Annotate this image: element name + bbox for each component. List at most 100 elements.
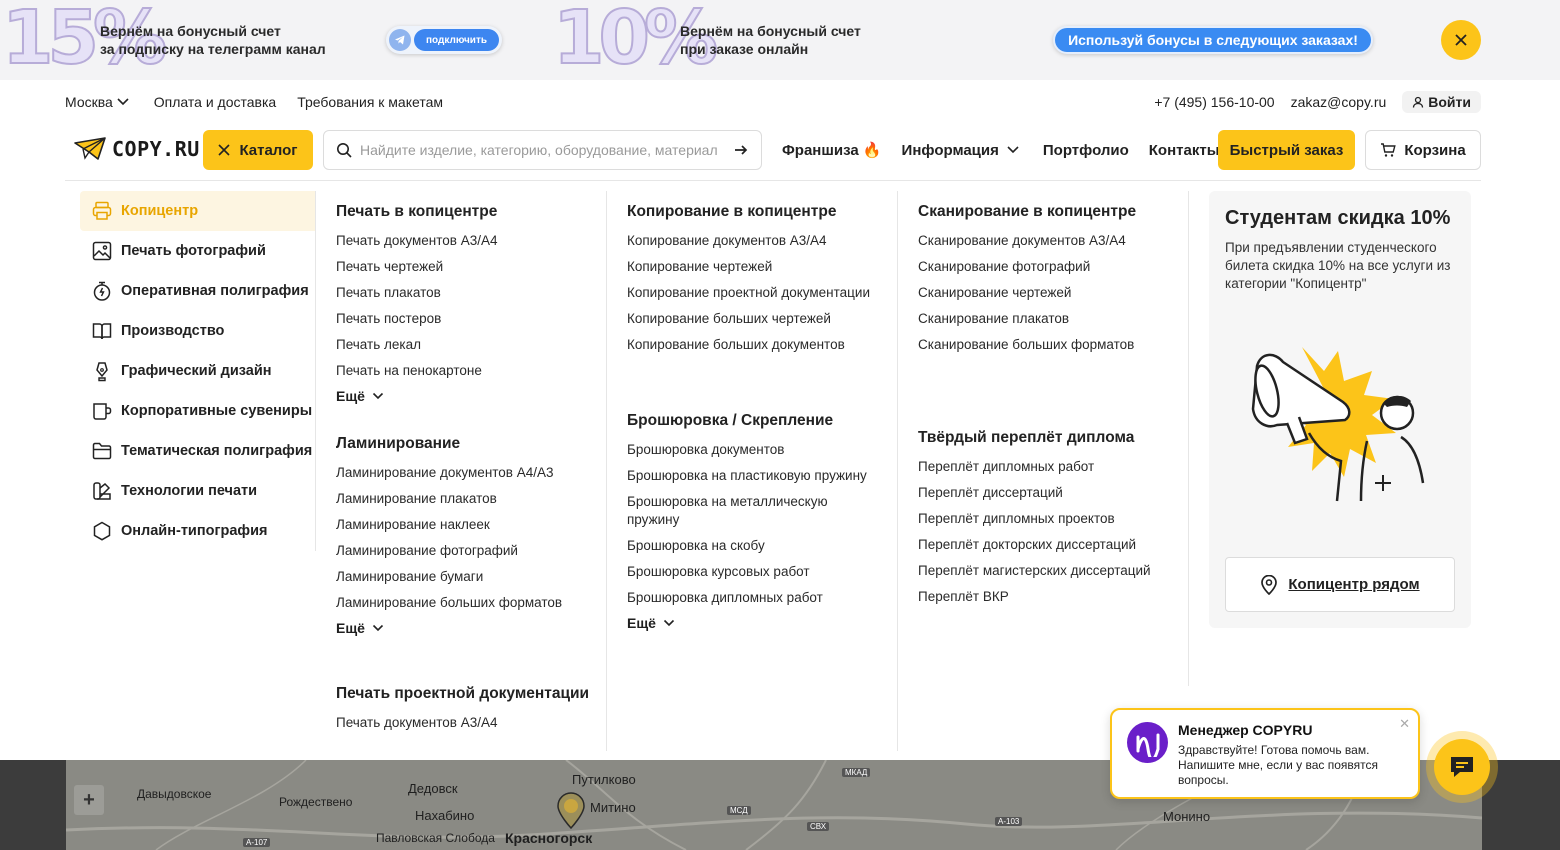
submenu-link[interactable]: Печать на пенокартоне [336, 362, 606, 380]
sidebar-item-print-technologies[interactable]: Технологии печати [80, 471, 315, 511]
submenu-link[interactable]: Брошюровка курсовых работ [627, 563, 897, 581]
submenu-link[interactable]: Сканирование фотографий [918, 258, 1188, 276]
submenu-link[interactable]: Печать постеров [336, 310, 606, 328]
submenu-link[interactable]: Переплёт дипломных проектов [918, 510, 1188, 528]
submenu-link[interactable]: Печать чертежей [336, 258, 606, 276]
catalog-column-3: Сканирование в копицентре Сканирование д… [898, 191, 1189, 686]
submenu-link[interactable]: Переплёт диссертаций [918, 484, 1188, 502]
submenu-link[interactable]: Ламинирование больших форматов [336, 594, 606, 612]
book-icon [92, 323, 112, 340]
submenu-link[interactable]: Переплёт магистерских диссертаций [918, 562, 1188, 580]
nav-portfolio[interactable]: Портфолио [1043, 142, 1129, 159]
submenu-link[interactable]: Ламинирование плакатов [336, 490, 606, 508]
map-label: Рождествено [279, 795, 353, 809]
payment-delivery-link[interactable]: Оплата и доставка [154, 94, 276, 110]
nearby-copycenter-button[interactable]: Копицентр рядом [1225, 557, 1455, 612]
folder-icon [92, 442, 112, 460]
logo[interactable]: COPY.RU [74, 137, 200, 161]
group-title[interactable]: Сканирование в копицентре [918, 202, 1188, 222]
sidebar-item-operative-printing[interactable]: Оперативная полиграфия [80, 271, 315, 311]
promo-text-left-1: Вернём на бонусный счет [100, 23, 281, 39]
chat-close-button[interactable]: ✕ [1399, 716, 1410, 732]
submenu-link[interactable]: Печать документов А3/А4 [336, 714, 606, 732]
group-title[interactable]: Твёрдый переплёт диплома [918, 428, 1188, 448]
submenu-link[interactable]: Сканирование документов А3/А4 [918, 232, 1188, 250]
telegram-icon [389, 29, 411, 51]
email-link[interactable]: zakaz@copy.ru [1291, 94, 1387, 110]
cart-button[interactable]: Корзина [1365, 130, 1481, 170]
sidebar-item-label: Копицентр [121, 203, 199, 219]
telegram-connect-label: подключить [414, 29, 499, 51]
more-label: Ещё [336, 388, 365, 404]
submenu-link[interactable]: Копирование больших чертежей [627, 310, 897, 328]
map-road-label: МКАД [842, 768, 871, 777]
sidebar-item-production[interactable]: Производство [80, 311, 315, 351]
nav-information[interactable]: Информация [902, 142, 1023, 159]
sidebar-item-label: Корпоративные сувениры [121, 403, 313, 419]
quick-order-button[interactable]: Быстрый заказ [1218, 130, 1355, 170]
megaphone-illustration [1251, 347, 1425, 502]
submenu-link[interactable]: Брошюровка документов [627, 441, 897, 459]
group-title[interactable]: Печать в копицентре [336, 202, 606, 222]
sidebar-item-online-printing[interactable]: Онлайн-типография [80, 511, 315, 551]
submenu-link[interactable]: Ламинирование фотографий [336, 542, 606, 560]
city-label: Москва [65, 94, 113, 110]
login-button[interactable]: Войти [1402, 91, 1481, 113]
use-bonus-button[interactable]: Используй бонусы в следующих заказах! [1053, 26, 1373, 54]
more-button[interactable]: Ещё [336, 620, 606, 636]
layout-requirements-link[interactable]: Требования к макетам [297, 94, 443, 110]
submenu-link[interactable]: Копирование документов А3/А4 [627, 232, 897, 250]
promo-close-button[interactable] [1441, 20, 1481, 60]
submenu-link[interactable]: Брошюровка на металлическую пружину [627, 493, 897, 529]
submenu-link[interactable]: Копирование чертежей [627, 258, 897, 276]
submenu-link[interactable]: Ламинирование бумаги [336, 568, 606, 586]
submenu-link[interactable]: Переплёт ВКР [918, 588, 1188, 606]
catalog-column-1: Печать в копицентре Печать документов А3… [316, 191, 607, 751]
phone-link[interactable]: +7 (495) 156-10-00 [1154, 94, 1274, 110]
sidebar-item-copycenter[interactable]: Копицентр [80, 191, 315, 231]
chat-popup[interactable]: Менеджер COPYRU Здравствуйте! Готова пом… [1110, 708, 1420, 799]
submenu-link[interactable]: Печать документов А3/А4 [336, 232, 606, 250]
sidebar-item-graphic-design[interactable]: Графический дизайн [80, 351, 315, 391]
catalog-button[interactable]: Каталог [203, 130, 313, 170]
submenu-link[interactable]: Копирование больших документов [627, 336, 897, 354]
group-title[interactable]: Брошюровка / Скрепление [627, 411, 897, 431]
submenu-link[interactable]: Брошюровка на скобу [627, 537, 897, 555]
submenu-link[interactable]: Сканирование чертежей [918, 284, 1188, 302]
group-title[interactable]: Печать проектной документации [336, 684, 606, 704]
chevron-down-icon [1007, 146, 1019, 154]
map-label: Давыдовское [137, 787, 212, 801]
sidebar-item-label: Графический дизайн [121, 363, 272, 379]
menu-group: Брошюровка / Скрепление Брошюровка докум… [627, 411, 897, 631]
sidebar-item-photo-print[interactable]: Печать фотографий [80, 231, 315, 271]
sidebar-item-corporate-souvenirs[interactable]: Корпоративные сувениры [80, 391, 315, 431]
submenu-link[interactable]: Печать плакатов [336, 284, 606, 302]
chat-open-button[interactable] [1426, 731, 1498, 803]
submenu-link[interactable]: Сканирование больших форматов [918, 336, 1188, 354]
nav-franchise[interactable]: Франшиза 🔥 [782, 141, 882, 159]
chevron-down-icon [663, 619, 675, 627]
group-title[interactable]: Ламинирование [336, 434, 606, 454]
more-button[interactable]: Ещё [627, 615, 897, 631]
submenu-link[interactable]: Брошюровка дипломных работ [627, 589, 897, 607]
submenu-link[interactable]: Переплёт дипломных работ [918, 458, 1188, 476]
menu-group: Печать проектной документации Печать док… [336, 684, 606, 732]
submenu-link[interactable]: Сканирование плакатов [918, 310, 1188, 328]
sidebar-item-thematic-printing[interactable]: Тематическая полиграфия [80, 431, 315, 471]
more-button[interactable]: Ещё [336, 388, 606, 404]
submenu-link[interactable]: Ламинирование документов А4/А3 [336, 464, 606, 482]
search-input[interactable] [360, 142, 733, 158]
submenu-link[interactable]: Брошюровка на пластиковую пружину [627, 467, 897, 485]
submenu-link[interactable]: Переплёт докторских диссертаций [918, 536, 1188, 554]
nav-contacts[interactable]: Контакты [1149, 142, 1220, 159]
submenu-link[interactable]: Копирование проектной документации [627, 284, 897, 302]
city-selector[interactable]: Москва [65, 94, 133, 110]
map-marker-icon[interactable] [556, 792, 586, 830]
arrow-right-icon[interactable] [733, 142, 749, 158]
map-zoom-in-button[interactable]: + [74, 785, 104, 815]
sidebar-item-label: Печать фотографий [121, 243, 266, 259]
submenu-link[interactable]: Печать лекал [336, 336, 606, 354]
submenu-link[interactable]: Ламинирование наклеек [336, 516, 606, 534]
group-title[interactable]: Копирование в копицентре [627, 202, 897, 222]
telegram-connect-button[interactable]: подключить [386, 26, 502, 54]
